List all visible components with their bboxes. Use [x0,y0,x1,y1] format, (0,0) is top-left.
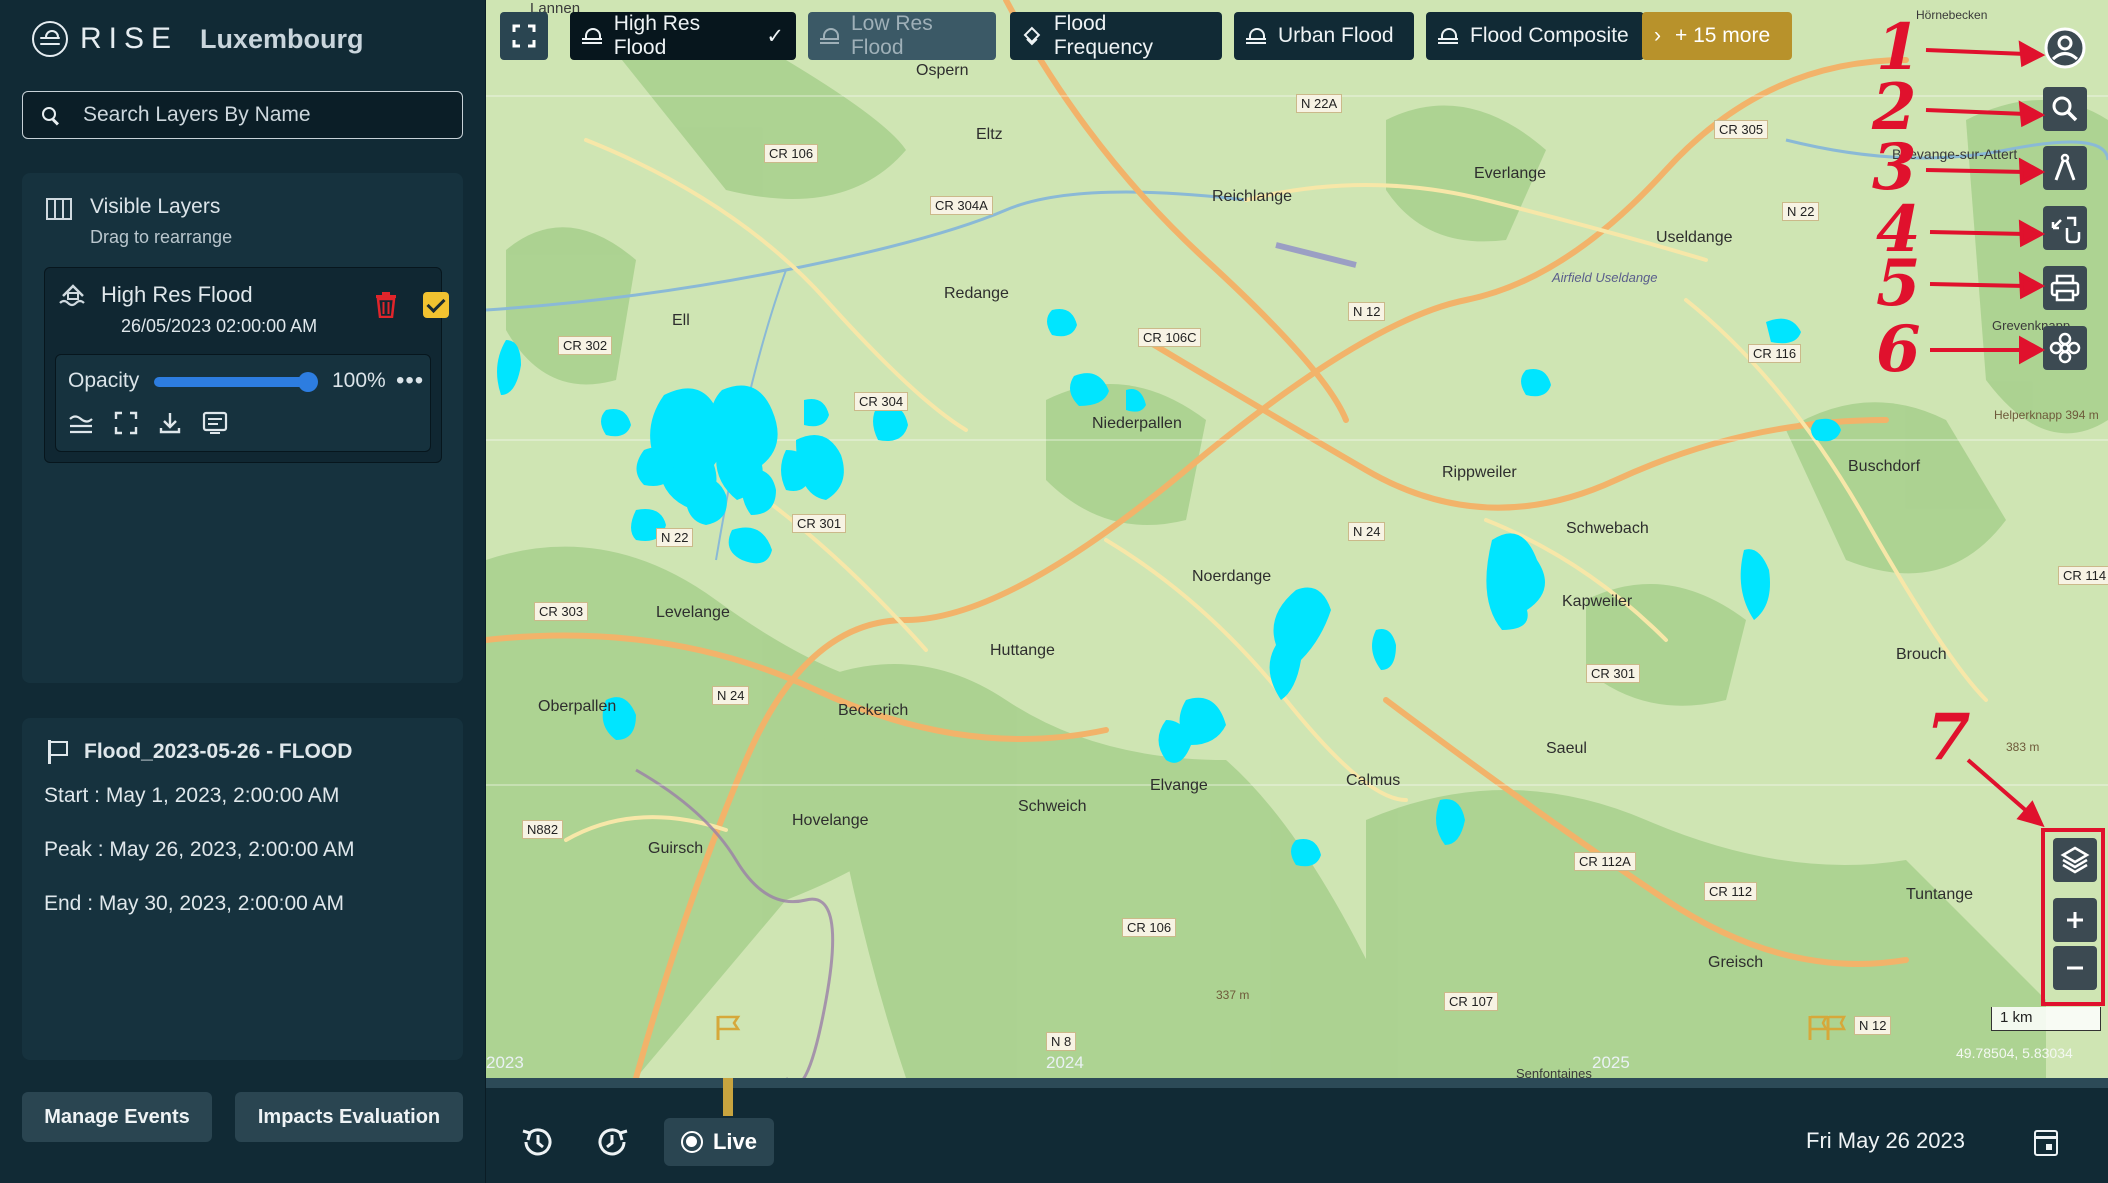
manage-events-button[interactable]: Manage Events [22,1092,212,1142]
layer-tools [68,411,228,435]
search-icon [41,106,59,124]
visible-layers-header: Visible Layers Drag to rearrange [46,195,232,248]
search-box[interactable] [22,91,463,139]
timeline-year: 2023 [486,1053,524,1072]
country-name: Luxembourg [200,23,364,54]
event-start: Start : May 1, 2023, 2:00:00 AM [44,784,340,807]
opacity-controls: Opacity 100% ••• [55,354,431,452]
map-icon [46,198,72,220]
opacity-slider[interactable] [154,372,318,392]
current-date: Fri May 26 2023 [1806,1128,1965,1153]
map-controls-highlight [2041,828,2105,1006]
opacity-value: 100% [332,369,386,392]
layer-visibility-checkbox[interactable] [423,292,449,318]
impacts-evaluation-button[interactable]: Impacts Evaluation [235,1092,463,1142]
calendar-icon[interactable] [2034,1130,2058,1156]
visible-layers-title: Visible Layers [90,195,221,218]
layer-switcher-button[interactable] [2053,838,2097,882]
opacity-slider-knob[interactable] [298,372,318,392]
annotation-number: 5 [1876,246,1921,321]
brand-name: RISE [80,22,179,55]
search-input[interactable] [81,102,441,128]
plus-icon [2067,912,2083,928]
timeline-year: 2024 [1046,1053,1084,1072]
live-record-icon [680,1131,703,1153]
visible-layers-subtitle: Drag to rearrange [90,227,233,247]
event-header: Flood_2023-05-26 - FLOOD [46,740,352,764]
brand: RISE Luxembourg [32,18,364,60]
scale-bar: 1 km [1991,1007,2101,1031]
timeline-year: 2025 [1592,1053,1630,1072]
event-peak: Peak : May 26, 2023, 2:00:00 AM [44,838,355,861]
sidebar: RISE Luxembourg Visible Layers Drag to r… [0,0,486,1183]
layer-name: High Res Flood [101,282,253,307]
download-icon[interactable] [158,411,182,435]
timeline-bar: Live Fri May 26 2023 [486,1078,2108,1183]
layer-info-icon[interactable] [202,411,228,435]
timeline-marker[interactable] [723,1078,733,1116]
annotation-number: 6 [1876,312,1921,387]
annotation-arrows [1925,40,2046,828]
event-end: End : May 30, 2023, 2:00:00 AM [44,892,345,915]
history-back-icon[interactable] [518,1122,558,1162]
trash-icon[interactable] [375,292,397,318]
more-options-icon[interactable]: ••• [396,367,424,395]
layer-date: 26/05/2023 02:00:00 AM [121,316,318,336]
live-label: Live [712,1129,758,1154]
event-panel: Flood_2023-05-26 - FLOOD Start : May 1, … [22,718,463,1060]
annotation-number: 7 [1926,700,1971,775]
live-button[interactable]: Live [664,1118,774,1166]
event-title: Flood_2023-05-26 - FLOOD [84,740,353,763]
layers-icon [2060,846,2090,874]
visible-layers-panel: Visible Layers Drag to rearrange High Re… [22,173,463,683]
rise-logo-icon [32,21,68,57]
legend-icon[interactable] [68,411,94,435]
opacity-label: Opacity [68,369,140,392]
zoom-in-button[interactable] [2053,898,2097,942]
layer-card[interactable]: High Res Flood 26/05/2023 02:00:00 AM Op… [44,267,449,463]
map-view[interactable]: Lannen Ospern Eltz Redange Ell Reichlang… [486,0,2108,1078]
coordinates-readout: 49.78504, 5.83034 [1956,1045,2073,1061]
flood-layer-icon [59,284,85,307]
minus-icon [2067,966,2083,970]
zoom-out-button[interactable] [2053,946,2097,990]
flag-icon [46,740,68,764]
history-forward-icon[interactable] [592,1122,632,1162]
zoom-to-extent-icon[interactable] [114,411,138,435]
